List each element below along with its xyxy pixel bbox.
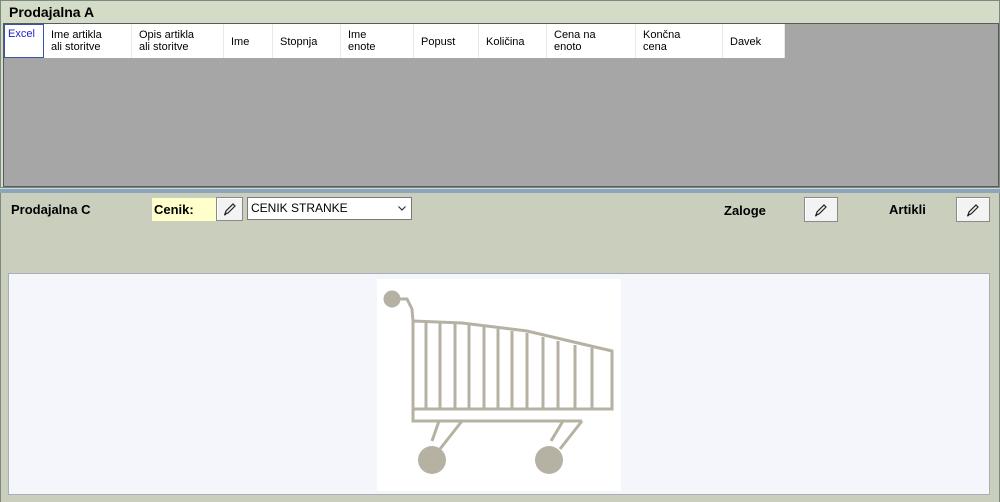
panel-a-title: Prodajalna A xyxy=(9,4,95,20)
pencil-icon xyxy=(223,203,236,216)
column-header-popust[interactable]: Popust xyxy=(414,24,479,58)
grid-header: Excel Ime artikla ali storitve Opis arti… xyxy=(4,24,785,58)
cart-content-area xyxy=(8,273,990,495)
cenik-edit-button[interactable] xyxy=(216,197,243,221)
cart-image xyxy=(377,279,621,491)
column-header-ime-enote[interactable]: Ime enote xyxy=(341,24,414,58)
column-header-koncna-cena[interactable]: Končna cena xyxy=(636,24,723,58)
column-header-kolicina[interactable]: Količina xyxy=(479,24,547,58)
zaloge-label: Zaloge xyxy=(724,203,766,218)
column-header-davek[interactable]: Davek xyxy=(723,24,785,58)
panel-c-title: Prodajalna C xyxy=(11,202,91,217)
column-header-cena-na-enoto[interactable]: Cena na enoto xyxy=(547,24,636,58)
column-header-opis-artikla[interactable]: Opis artikla ali storitve xyxy=(132,24,224,58)
panel-prodajalna-c: Prodajalna C Cenik: CENIK STRANKE Zaloge… xyxy=(0,193,1000,502)
shopping-cart-icon xyxy=(383,290,614,474)
column-header-ime-artikla[interactable]: Ime artikla ali storitve xyxy=(44,24,132,58)
cenik-dropdown[interactable]: CENIK STRANKE xyxy=(247,197,412,220)
items-grid[interactable]: Excel Ime artikla ali storitve Opis arti… xyxy=(3,23,999,187)
chevron-down-icon xyxy=(398,206,406,211)
pencil-icon xyxy=(814,203,827,216)
cenik-label: Cenik: xyxy=(152,198,216,221)
excel-column-button[interactable]: Excel xyxy=(4,24,44,58)
pencil-icon xyxy=(966,203,979,216)
cenik-selected-value: CENIK STRANKE xyxy=(251,201,348,215)
column-header-ime[interactable]: Ime xyxy=(224,24,273,58)
panel-prodajalna-a: Prodajalna A Excel Ime artikla ali stori… xyxy=(0,0,1000,188)
column-header-stopnja[interactable]: Stopnja xyxy=(273,24,341,58)
artikli-label: Artikli xyxy=(889,202,926,217)
artikli-edit-button[interactable] xyxy=(956,197,990,222)
zaloge-edit-button[interactable] xyxy=(804,197,838,222)
